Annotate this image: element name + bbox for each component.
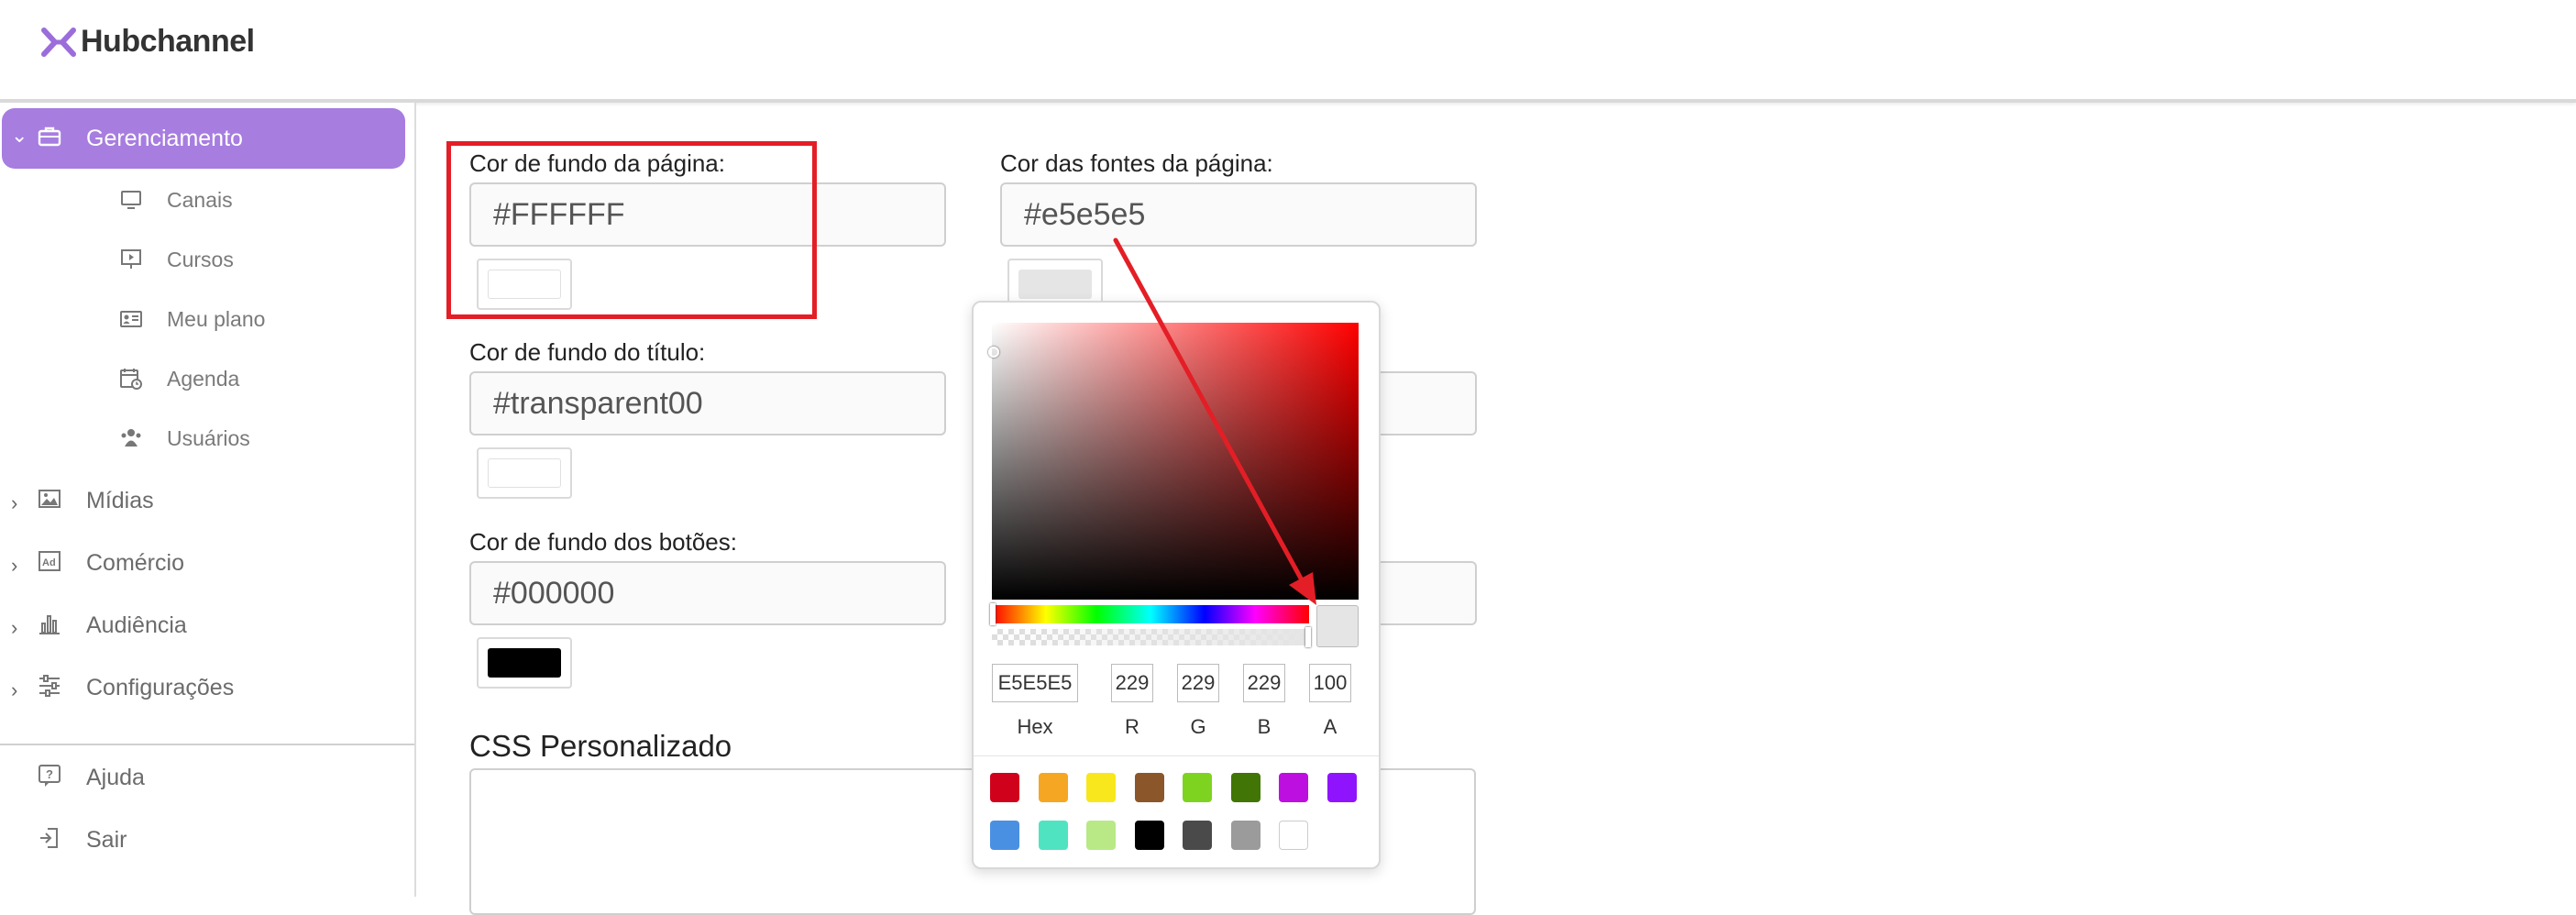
logo[interactable]: Hubchannel xyxy=(40,24,255,60)
preset-swatch[interactable] xyxy=(1134,773,1164,802)
preset-swatch[interactable] xyxy=(1183,773,1212,802)
sidebar-item-label: Mídias xyxy=(86,487,154,513)
sidebar-item-midias[interactable]: › Mídias xyxy=(0,473,414,528)
preset-swatch[interactable] xyxy=(1230,773,1260,802)
color-picker-popover: E5E5E5 229 229 229 100 Hex R G B A xyxy=(972,301,1381,869)
a-label: A xyxy=(1323,715,1338,738)
preset-swatch[interactable] xyxy=(1279,773,1308,802)
sidebar-item-label: Comércio xyxy=(86,549,184,576)
calendar-clock-icon xyxy=(120,369,142,390)
annotation-highlight-box xyxy=(446,141,817,319)
bar-chart-icon xyxy=(39,615,60,634)
preset-swatch[interactable] xyxy=(1327,773,1357,802)
title-bg-input[interactable]: #transparent00 xyxy=(469,371,946,435)
sidebar-item-label: Sair xyxy=(86,826,127,853)
sidebar-item-gerenciamento[interactable]: ⌄ Gerenciamento xyxy=(0,111,414,166)
buttons-bg-input[interactable]: #000000 xyxy=(469,561,946,625)
monitor-icon xyxy=(121,191,141,209)
svg-text:?: ? xyxy=(46,767,53,781)
buttons-bg-label: Cor de fundo dos botões: xyxy=(469,528,737,556)
sidebar-item-configuracoes[interactable]: › Configurações xyxy=(0,660,414,715)
css-section-title: CSS Personalizado xyxy=(469,729,732,763)
sidebar-divider xyxy=(0,744,414,745)
preset-swatch[interactable] xyxy=(1183,821,1212,850)
sidebar-item-label: Agenda xyxy=(167,366,240,391)
saturation-pointer[interactable] xyxy=(988,347,999,358)
chevron-right-icon: › xyxy=(11,678,18,701)
page-font-input[interactable]: #e5e5e5 xyxy=(1000,182,1477,247)
preset-swatch[interactable] xyxy=(1134,821,1164,850)
sidebar-item-label: Audiência xyxy=(86,612,187,638)
page-font-swatch xyxy=(1018,270,1092,299)
hex-input[interactable]: E5E5E5 xyxy=(992,664,1078,702)
app-name: Hubchannel xyxy=(81,24,255,59)
sidebar-item-audiencia[interactable]: › Audiência xyxy=(0,598,414,653)
r-label: R xyxy=(1125,715,1139,738)
image-icon xyxy=(39,490,61,508)
alpha-slider[interactable] xyxy=(992,627,1311,647)
b-input[interactable]: 229 xyxy=(1243,664,1285,702)
title-bg-swatch xyxy=(488,458,561,488)
title-bg-label: Cor de fundo do título: xyxy=(469,338,706,366)
briefcase-icon xyxy=(38,127,61,147)
preset-swatch[interactable] xyxy=(1086,821,1116,850)
preset-swatch[interactable] xyxy=(1279,821,1308,850)
title-bg-swatch-button[interactable] xyxy=(477,447,572,499)
sidebar-item-label: Canais xyxy=(167,187,233,212)
buttons-bg-swatch-button[interactable] xyxy=(477,637,572,689)
sidebar-item-comercio[interactable]: › Ad Comércio xyxy=(0,535,414,590)
saturation-area[interactable] xyxy=(988,323,1359,600)
sidebar-item-ajuda[interactable]: ? Ajuda xyxy=(0,750,414,805)
svg-text:Ad: Ad xyxy=(42,557,56,568)
sidebar-item-usuarios[interactable]: Usuários xyxy=(0,415,414,461)
chevron-right-icon: › xyxy=(11,491,18,514)
hex-label: Hex xyxy=(1017,715,1053,738)
hue-slider-handle[interactable] xyxy=(990,603,996,625)
sidebar-item-meu-plano[interactable]: Meu plano xyxy=(0,296,414,342)
r-input[interactable]: 229 xyxy=(1111,664,1153,702)
a-input[interactable]: 100 xyxy=(1309,664,1351,702)
id-card-icon xyxy=(120,311,142,327)
hubchannel-logo-icon xyxy=(41,27,76,57)
g-input[interactable]: 229 xyxy=(1177,664,1219,702)
preset-swatch[interactable] xyxy=(1038,773,1068,802)
sidebar-item-agenda[interactable]: Agenda xyxy=(0,356,414,402)
picker-divider xyxy=(974,755,1379,756)
preset-swatch[interactable] xyxy=(990,821,1019,850)
chevron-right-icon: › xyxy=(11,616,18,639)
color-preview xyxy=(1316,605,1359,647)
buttons-bg-swatch xyxy=(488,648,561,678)
preset-swatch[interactable] xyxy=(1086,773,1116,802)
help-icon: ? xyxy=(39,765,61,787)
top-bar: Hubchannel xyxy=(0,0,2576,103)
b-label: B xyxy=(1257,715,1271,738)
hue-slider[interactable] xyxy=(990,603,1309,625)
chevron-right-icon: › xyxy=(11,554,18,577)
sliders-icon xyxy=(39,675,60,697)
sidebar-item-label: Usuários xyxy=(167,425,250,450)
sidebar-item-label: Cursos xyxy=(167,247,234,271)
sidebar-item-label: Meu plano xyxy=(167,306,266,331)
page-font-label: Cor das fontes da página: xyxy=(1000,149,1273,177)
preset-swatch[interactable] xyxy=(1230,821,1260,850)
sidebar-item-cursos[interactable]: Cursos xyxy=(0,237,414,282)
sidebar-item-label: Configurações xyxy=(86,674,235,700)
presentation-icon xyxy=(121,249,141,269)
sidebar-item-label: Ajuda xyxy=(86,764,145,790)
preset-swatch[interactable] xyxy=(990,773,1019,802)
ad-icon: Ad xyxy=(39,551,61,571)
sidebar-item-label: Gerenciamento xyxy=(86,125,243,151)
sidebar-item-sair[interactable]: Sair xyxy=(0,812,414,867)
logout-icon xyxy=(40,828,58,848)
chevron-down-icon: ⌄ xyxy=(11,124,28,147)
users-icon xyxy=(121,429,141,446)
alpha-slider-handle[interactable] xyxy=(1305,627,1311,647)
preset-swatch[interactable] xyxy=(1038,821,1068,850)
sidebar-item-canais[interactable]: Canais xyxy=(0,177,414,223)
sidebar: ⌄ Gerenciamento Canais Cursos Meu plano … xyxy=(0,103,416,897)
g-label: G xyxy=(1190,715,1206,738)
